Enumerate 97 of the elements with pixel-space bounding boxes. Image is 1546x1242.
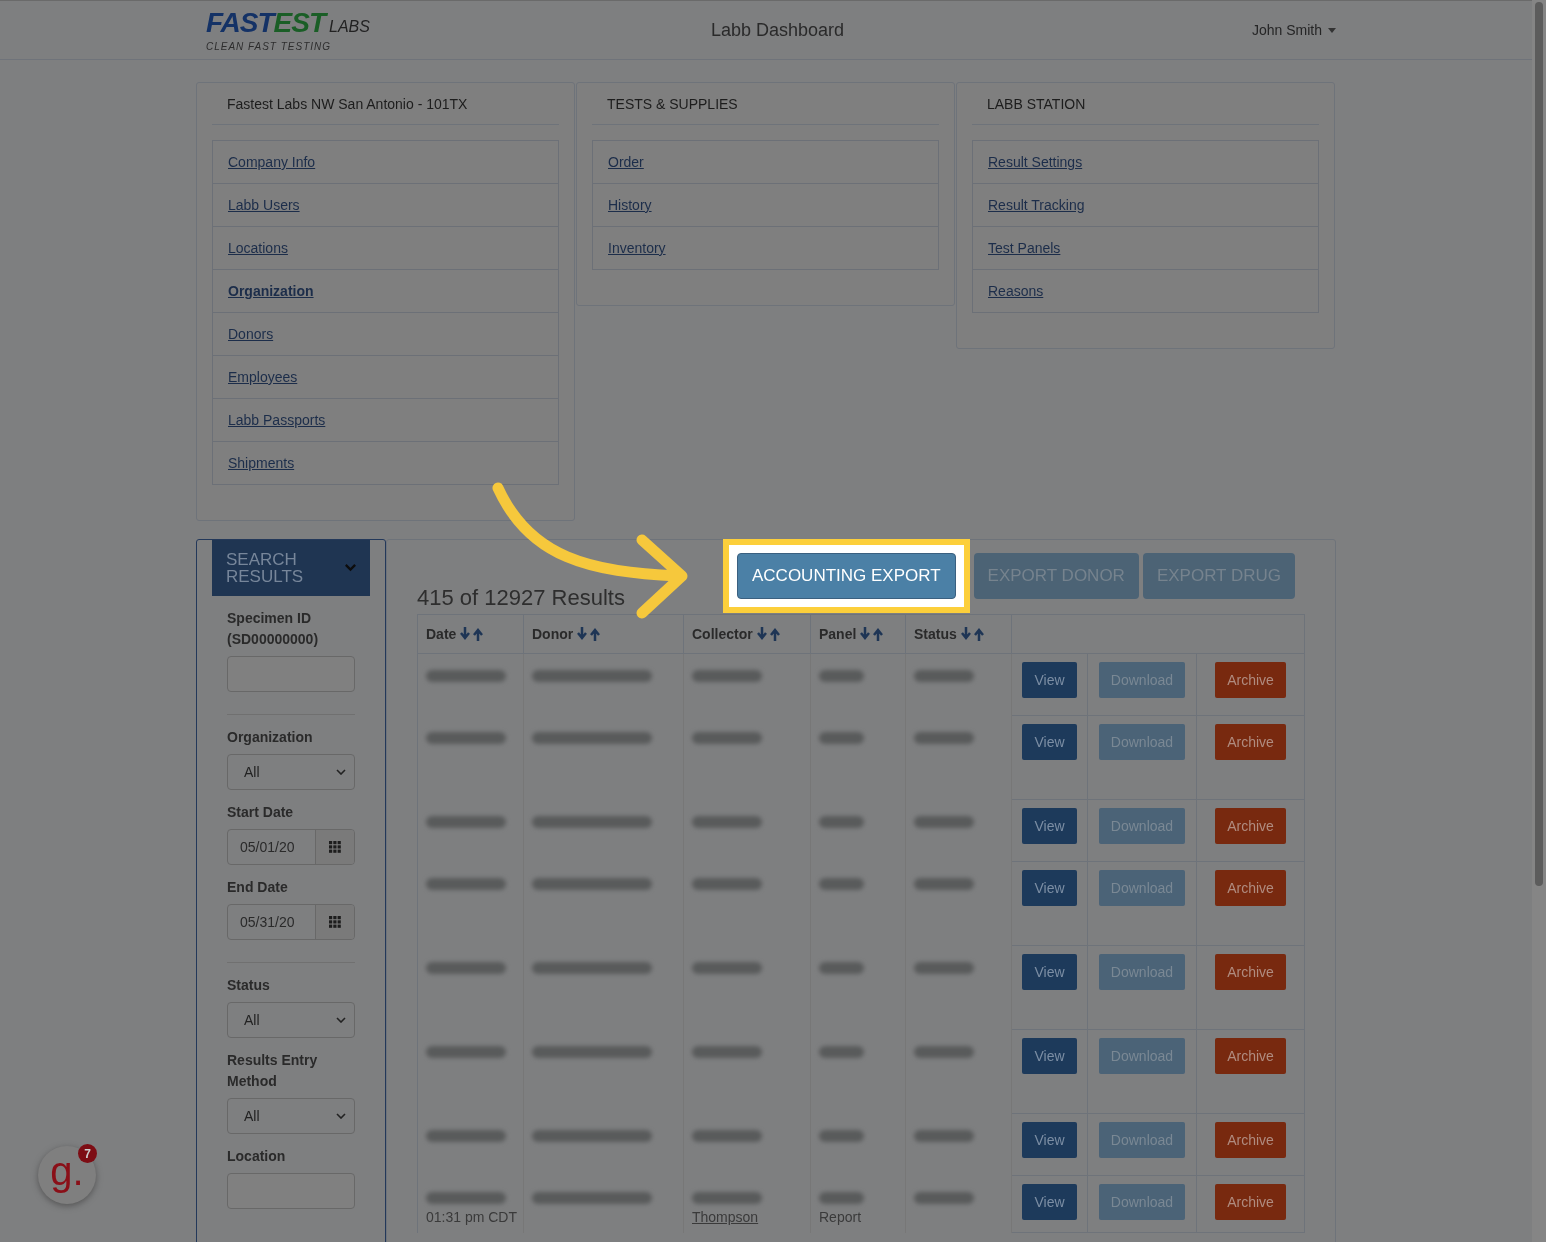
row-action-button[interactable]: Archive <box>1215 1122 1286 1158</box>
blurred-text <box>914 731 974 744</box>
card-title: Fastest Labs NW San Antonio - 101TX <box>212 83 559 125</box>
nav-link[interactable]: Reasons <box>973 269 1318 312</box>
collector-link[interactable]: Thompson <box>692 1208 759 1225</box>
nav-link[interactable]: Result Settings <box>973 141 1318 183</box>
row-action-button[interactable]: View <box>1022 724 1077 760</box>
blurred-text <box>914 815 974 828</box>
blurred-text <box>819 670 864 682</box>
blurred-text <box>914 670 974 682</box>
field-label: End Date <box>227 878 289 897</box>
text-input-field[interactable] <box>227 656 355 692</box>
field-label: Location <box>227 1147 287 1166</box>
blurred-text <box>914 961 974 974</box>
field-label: Results Entry Method <box>227 1051 319 1091</box>
blurred-text <box>692 731 762 744</box>
nav-link[interactable]: Result Tracking <box>973 183 1318 226</box>
nav-link[interactable]: Shipments <box>213 441 558 484</box>
row-action-button[interactable]: View <box>1022 870 1077 906</box>
row-action-button[interactable]: View <box>1022 954 1077 990</box>
blurred-text <box>819 1191 864 1204</box>
sort-arrows-icon[interactable] <box>960 627 985 641</box>
row-action-button[interactable]: Archive <box>1215 808 1286 844</box>
sort-arrows-icon[interactable] <box>577 627 602 641</box>
chevron-down-icon <box>336 1017 346 1023</box>
nav-link[interactable]: Order <box>593 141 938 183</box>
column-header: Date <box>426 626 457 642</box>
nav-link[interactable]: Test Panels <box>973 226 1318 269</box>
blurred-text <box>819 731 864 744</box>
dropdown-field[interactable]: All <box>227 754 355 790</box>
logo-tagline: CLEAN FAST TESTING <box>205 40 333 54</box>
blurred-text <box>692 961 762 974</box>
sort-arrows-icon[interactable] <box>756 627 781 641</box>
blurred-text <box>819 1129 864 1142</box>
nav-link[interactable]: Inventory <box>593 226 938 269</box>
row-action-button[interactable]: Archive <box>1215 724 1286 760</box>
sort-arrows-icon[interactable] <box>860 627 885 641</box>
caret-icon <box>1328 27 1336 33</box>
card-title: TESTS & SUPPLIES <box>592 83 939 125</box>
row-action-button[interactable]: View <box>1022 662 1077 698</box>
notification-badge: 7 <box>78 1144 97 1163</box>
card-title: LABB STATION <box>972 83 1319 125</box>
search-results-toggle[interactable]: SEARCH RESULTS <box>212 540 370 596</box>
chevron-down-icon <box>336 769 346 775</box>
page-title: Labb Dashboard <box>710 19 845 41</box>
chevron-down-icon <box>345 563 356 573</box>
row-action-button[interactable]: Archive <box>1215 870 1286 906</box>
nav-link[interactable]: Labb Users <box>213 183 558 226</box>
row-action-button[interactable]: Archive <box>1215 1184 1286 1220</box>
blurred-text <box>819 961 864 974</box>
row-action-button[interactable]: View <box>1022 1122 1077 1158</box>
text-input-field[interactable] <box>227 1173 355 1209</box>
blurred-text <box>692 877 762 890</box>
column-header: Donor <box>532 626 574 642</box>
chevron-down-icon <box>336 1113 346 1119</box>
blurred-text <box>819 877 864 890</box>
dropdown-field[interactable]: All <box>227 1098 355 1134</box>
company-logo: FASTESTLABS <box>205 6 371 40</box>
blurred-text <box>692 670 762 682</box>
nav-link[interactable]: History <box>593 183 938 226</box>
row-action-button[interactable]: Archive <box>1215 1038 1286 1074</box>
user-menu[interactable]: John Smith <box>1251 22 1336 38</box>
blurred-text <box>914 1191 974 1204</box>
blurred-text <box>914 1129 974 1142</box>
nav-link[interactable]: Donors <box>213 312 558 355</box>
blurred-text <box>914 1045 974 1058</box>
nav-link[interactable]: Employees <box>213 355 558 398</box>
date-text: 01:31 pm CDT <box>426 1208 518 1225</box>
field-label: Status <box>227 976 271 995</box>
column-header: Status <box>914 626 957 642</box>
export-button[interactable]: ACCOUNTING EXPORT <box>737 553 956 599</box>
row-action-button[interactable]: View <box>1022 1038 1077 1074</box>
row-action-button[interactable]: Archive <box>1215 954 1286 990</box>
blurred-text <box>819 815 864 828</box>
row-action-button[interactable]: View <box>1022 1184 1077 1220</box>
column-header: Collector <box>692 626 753 642</box>
column-header: Panel <box>819 626 857 642</box>
blurred-text <box>819 1045 864 1058</box>
dropdown-field[interactable]: All <box>227 1002 355 1038</box>
blurred-text <box>692 815 762 828</box>
scrollbar[interactable] <box>1532 0 1546 1242</box>
blurred-text <box>914 877 974 890</box>
results-count: 415 of 12927 Results <box>417 585 626 612</box>
panel-text: Report <box>819 1208 862 1225</box>
blurred-text <box>692 1045 762 1058</box>
sort-arrows-icon[interactable] <box>460 627 485 641</box>
row-action-button[interactable]: View <box>1022 808 1077 844</box>
field-label: Organization <box>227 728 314 747</box>
row-action-button[interactable]: Archive <box>1215 662 1286 698</box>
nav-link[interactable]: Organization <box>213 269 558 312</box>
blurred-text <box>692 1129 762 1142</box>
nav-link[interactable]: Locations <box>213 226 558 269</box>
field-label: Specimen ID (SD00000000) <box>227 609 320 649</box>
blurred-text <box>692 1191 762 1204</box>
field-label: Start Date <box>227 803 295 822</box>
nav-link[interactable]: Company Info <box>213 141 558 183</box>
nav-link[interactable]: Labb Passports <box>213 398 558 441</box>
